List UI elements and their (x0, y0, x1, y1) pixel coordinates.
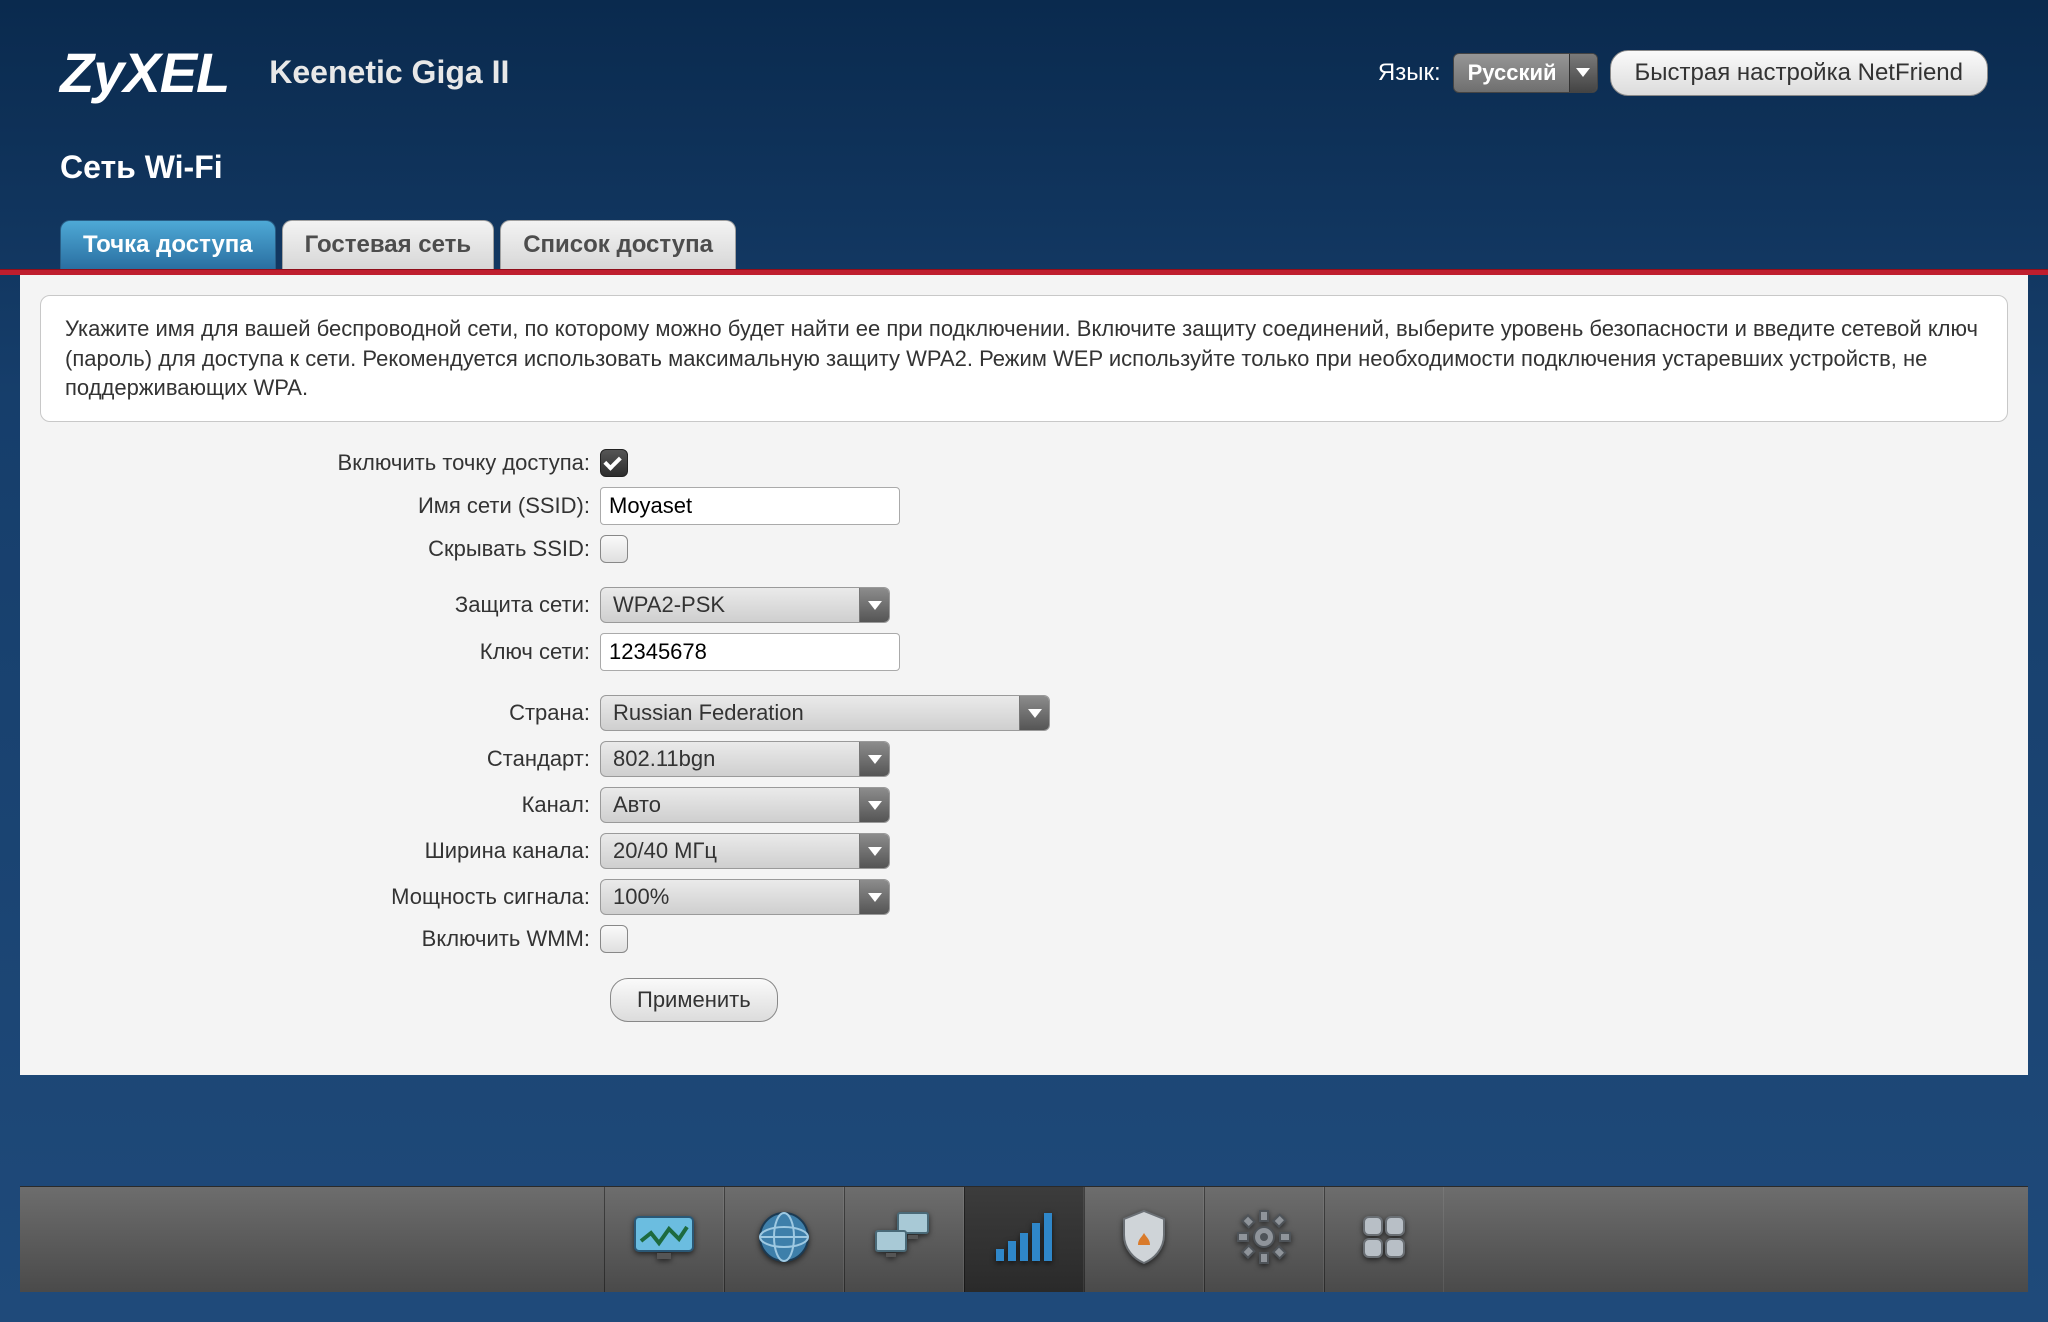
chevron-down-icon (1019, 696, 1049, 730)
standard-select[interactable]: 802.11bgn (600, 741, 890, 777)
country-label: Страна: (40, 700, 600, 726)
standard-label: Стандарт: (40, 746, 600, 772)
wmm-checkbox[interactable] (600, 925, 628, 953)
channel-value: Авто (613, 792, 661, 818)
power-value: 100% (613, 884, 669, 910)
country-value: Russian Federation (613, 700, 804, 726)
width-select[interactable]: 20/40 МГц (600, 833, 890, 869)
device-name: Keenetic Giga II (269, 54, 509, 91)
nav-network[interactable] (844, 1187, 964, 1292)
nav-internet[interactable] (724, 1187, 844, 1292)
nav-security[interactable] (1084, 1187, 1204, 1292)
tab-access-point[interactable]: Точка доступа (60, 220, 276, 269)
apply-button[interactable]: Применить (610, 978, 778, 1022)
channel-select[interactable]: Авто (600, 787, 890, 823)
page-title: Сеть Wi-Fi (0, 125, 2048, 196)
country-select[interactable]: Russian Federation (600, 695, 1050, 731)
globe-icon (756, 1209, 812, 1270)
enable-ap-checkbox[interactable] (600, 449, 628, 477)
monitor-icon (633, 1213, 695, 1266)
chevron-down-icon (1569, 54, 1597, 92)
ssid-input[interactable] (600, 487, 900, 525)
hide-ssid-label: Скрывать SSID: (40, 536, 600, 562)
key-label: Ключ сети: (40, 639, 600, 665)
quick-setup-button[interactable]: Быстрая настройка NetFriend (1610, 50, 1988, 96)
tab-guest-network[interactable]: Гостевая сеть (282, 220, 495, 269)
power-select[interactable]: 100% (600, 879, 890, 915)
nav-system[interactable] (1204, 1187, 1324, 1292)
power-label: Мощность сигнала: (40, 884, 600, 910)
check-icon (603, 452, 621, 470)
standard-value: 802.11bgn (613, 746, 715, 772)
bottom-nav (20, 1186, 2028, 1292)
ssid-label: Имя сети (SSID): (40, 493, 600, 519)
brand-logo: ZyXEL (60, 40, 229, 105)
key-input[interactable] (600, 633, 900, 671)
wifi-bars-icon (994, 1211, 1054, 1268)
nav-wifi[interactable] (964, 1187, 1084, 1292)
width-value: 20/40 МГц (613, 838, 717, 864)
security-label: Защита сети: (40, 592, 600, 618)
language-value: Русский (1468, 60, 1557, 85)
nav-apps[interactable] (1324, 1187, 1444, 1292)
nav-monitor[interactable] (604, 1187, 724, 1292)
chevron-down-icon (859, 788, 889, 822)
language-label: Язык: (1378, 59, 1441, 87)
width-label: Ширина канала: (40, 838, 600, 864)
hide-ssid-checkbox[interactable] (600, 535, 628, 563)
network-icon (872, 1211, 936, 1268)
apps-icon (1360, 1213, 1408, 1266)
security-select[interactable]: WPA2-PSK (600, 587, 890, 623)
chevron-down-icon (859, 834, 889, 868)
description-box: Укажите имя для вашей беспроводной сети,… (40, 295, 2008, 422)
shield-icon (1120, 1209, 1168, 1270)
chevron-down-icon (859, 880, 889, 914)
chevron-down-icon (859, 588, 889, 622)
language-select[interactable]: Русский (1453, 53, 1598, 93)
tab-access-list[interactable]: Список доступа (500, 220, 736, 269)
gear-icon (1237, 1210, 1291, 1269)
security-value: WPA2-PSK (613, 592, 725, 618)
channel-label: Канал: (40, 792, 600, 818)
wmm-label: Включить WMM: (40, 926, 600, 952)
enable-ap-label: Включить точку доступа: (40, 450, 600, 476)
chevron-down-icon (859, 742, 889, 776)
